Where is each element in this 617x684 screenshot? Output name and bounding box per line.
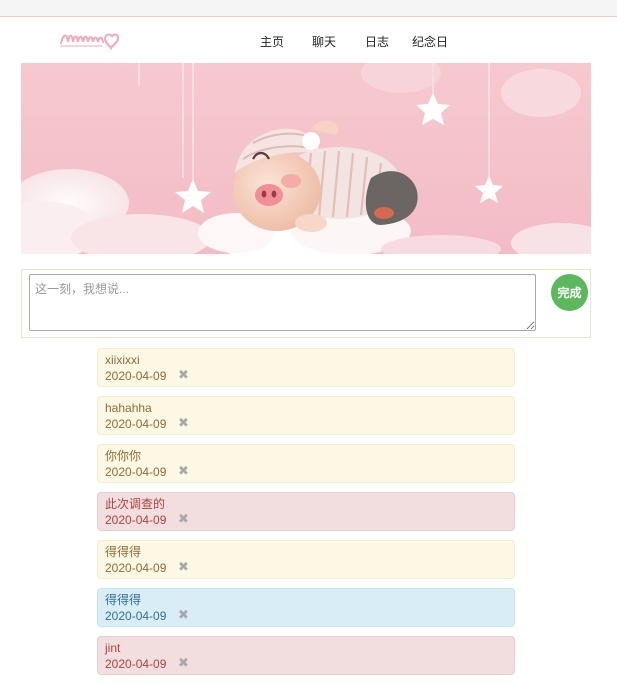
entry-text: jint: [105, 641, 121, 655]
entry-date: 2020-04-09: [105, 465, 167, 479]
entry-text: 得得得: [105, 545, 142, 559]
submit-button[interactable]: 完成: [551, 274, 588, 311]
list-item: xiixixxi 2020-04-09 ✖: [97, 348, 515, 387]
entry-date: 2020-04-09: [105, 513, 167, 527]
close-icon[interactable]: ✖: [178, 416, 189, 429]
close-icon[interactable]: ✖: [178, 656, 189, 669]
entry-date: 2020-04-09: [105, 417, 167, 431]
list-item: 得得得 2020-04-09 ✖: [97, 540, 515, 579]
entry-text: 此次调查的: [105, 497, 166, 511]
entry-text: 你你你: [105, 449, 142, 463]
post-composer: 完成: [21, 269, 591, 338]
list-item: jint 2020-04-09 ✖: [97, 636, 515, 675]
entry-text: 得得得: [105, 593, 142, 607]
close-icon[interactable]: ✖: [178, 512, 189, 525]
entry-text: xiixixxi: [105, 353, 140, 367]
nav-item-anniversary[interactable]: 纪念日: [412, 33, 448, 50]
main-nav: 主页 聊天 日志 纪念日: [0, 33, 617, 49]
list-item: 你你你 2020-04-09 ✖: [97, 444, 515, 483]
list-item: hahahha 2020-04-09 ✖: [97, 396, 515, 435]
list-item: 此次调查的 2020-04-09 ✖: [97, 492, 515, 531]
entry-list: xiixixxi 2020-04-09 ✖ hahahha 2020-04-09…: [97, 348, 515, 684]
entry-date: 2020-04-09: [105, 561, 167, 575]
close-icon[interactable]: ✖: [178, 560, 189, 573]
banner-image: [21, 63, 591, 254]
entry-date: 2020-04-09: [105, 657, 167, 671]
nav-item-diary[interactable]: 日志: [365, 33, 389, 50]
entry-date: 2020-04-09: [105, 609, 167, 623]
entry-date: 2020-04-09: [105, 369, 167, 383]
close-icon[interactable]: ✖: [178, 368, 189, 381]
nav-item-home[interactable]: 主页: [260, 33, 284, 50]
close-icon[interactable]: ✖: [178, 608, 189, 621]
close-icon[interactable]: ✖: [178, 464, 189, 477]
entry-text: hahahha: [105, 401, 152, 415]
nav-item-chat[interactable]: 聊天: [312, 33, 336, 50]
list-item: 得得得 2020-04-09 ✖: [97, 588, 515, 627]
post-textarea[interactable]: [29, 274, 536, 331]
browser-top-strip: [0, 0, 617, 17]
